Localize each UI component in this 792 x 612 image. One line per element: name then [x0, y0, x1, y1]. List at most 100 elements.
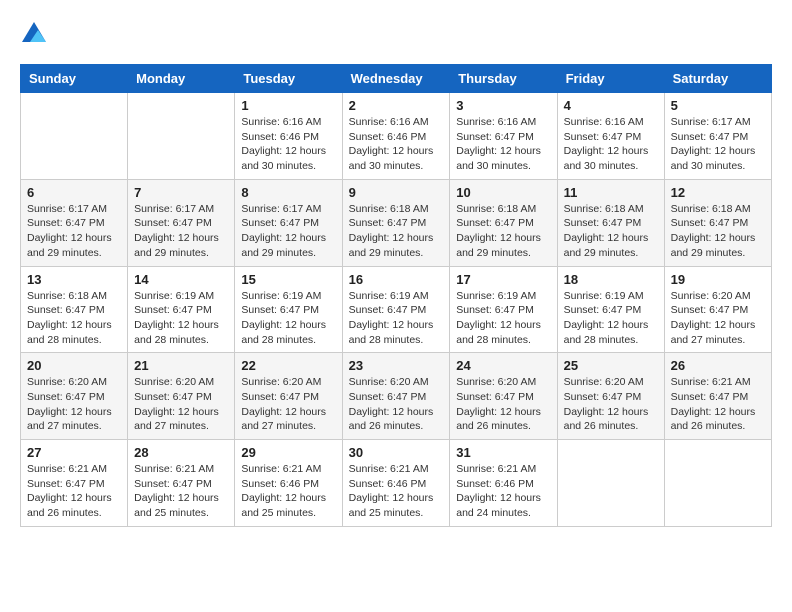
- calendar-week-row: 1 Sunrise: 6:16 AM Sunset: 6:46 PM Daylig…: [21, 93, 772, 180]
- day-info: Sunrise: 6:21 AM Sunset: 6:46 PM Dayligh…: [241, 462, 335, 521]
- calendar-cell: 5 Sunrise: 6:17 AM Sunset: 6:47 PM Daylig…: [664, 93, 771, 180]
- day-number: 9: [349, 185, 444, 200]
- calendar-cell: 29 Sunrise: 6:21 AM Sunset: 6:46 PM Dayli…: [235, 440, 342, 527]
- day-number: 23: [349, 358, 444, 373]
- day-number: 26: [671, 358, 765, 373]
- weekday-header: Tuesday: [235, 65, 342, 93]
- day-number: 20: [27, 358, 121, 373]
- calendar-cell: 2Sunrise: 6:16 AM Sunset: 6:46 PM Daylig…: [342, 93, 450, 180]
- calendar-cell: [557, 440, 664, 527]
- day-number: 16: [349, 272, 444, 287]
- calendar-table: SundayMondayTuesdayWednesdayThursdayFrid…: [20, 64, 772, 527]
- calendar-cell: 23 Sunrise: 6:20 AM Sunset: 6:47 PM Dayli…: [342, 353, 450, 440]
- calendar-cell: 17 Sunrise: 6:19 AM Sunset: 6:47 PM Dayli…: [450, 266, 557, 353]
- day-info: Sunrise: 6:20 AM Sunset: 6:47 PM Dayligh…: [134, 375, 228, 434]
- calendar-cell: 10 Sunrise: 6:18 AM Sunset: 6:47 PM Dayli…: [450, 179, 557, 266]
- calendar-cell: 15 Sunrise: 6:19 AM Sunset: 6:47 PM Dayli…: [235, 266, 342, 353]
- calendar-cell: 28 Sunrise: 6:21 AM Sunset: 6:47 PM Dayli…: [128, 440, 235, 527]
- day-number: 27: [27, 445, 121, 460]
- weekday-header: Thursday: [450, 65, 557, 93]
- day-info: Sunrise: 6:20 AM Sunset: 6:47 PM Dayligh…: [564, 375, 658, 434]
- day-number: 4: [564, 98, 658, 113]
- calendar-cell: 7 Sunrise: 6:17 AM Sunset: 6:47 PM Daylig…: [128, 179, 235, 266]
- day-number: 15: [241, 272, 335, 287]
- day-number: 10: [456, 185, 550, 200]
- day-info: Sunrise: 6:18 AM Sunset: 6:47 PM Dayligh…: [456, 202, 550, 261]
- day-number: 19: [671, 272, 765, 287]
- day-info: Sunrise: 6:18 AM Sunset: 6:47 PM Dayligh…: [564, 202, 658, 261]
- calendar-cell: 8 Sunrise: 6:17 AM Sunset: 6:47 PM Daylig…: [235, 179, 342, 266]
- calendar-cell: 19 Sunrise: 6:20 AM Sunset: 6:47 PM Dayli…: [664, 266, 771, 353]
- calendar-cell: 27 Sunrise: 6:21 AM Sunset: 6:47 PM Dayli…: [21, 440, 128, 527]
- day-number: 29: [241, 445, 335, 460]
- calendar-cell: 9 Sunrise: 6:18 AM Sunset: 6:47 PM Daylig…: [342, 179, 450, 266]
- day-info: Sunrise: 6:20 AM Sunset: 6:47 PM Dayligh…: [27, 375, 121, 434]
- day-number: 13: [27, 272, 121, 287]
- day-info: Sunrise: 6:20 AM Sunset: 6:47 PM Dayligh…: [671, 289, 765, 348]
- calendar-week-row: 6 Sunrise: 6:17 AM Sunset: 6:47 PM Daylig…: [21, 179, 772, 266]
- calendar-cell: 25 Sunrise: 6:20 AM Sunset: 6:47 PM Dayli…: [557, 353, 664, 440]
- day-info: Sunrise: 6:17 AM Sunset: 6:47 PM Dayligh…: [27, 202, 121, 261]
- day-number: 30: [349, 445, 444, 460]
- weekday-header: Saturday: [664, 65, 771, 93]
- day-number: 5: [671, 98, 765, 113]
- day-info: Sunrise: 6:19 AM Sunset: 6:47 PM Dayligh…: [564, 289, 658, 348]
- day-info: Sunrise: 6:19 AM Sunset: 6:47 PM Dayligh…: [349, 289, 444, 348]
- day-info: Sunrise: 6:20 AM Sunset: 6:47 PM Dayligh…: [349, 375, 444, 434]
- day-info: Sunrise: 6:21 AM Sunset: 6:47 PM Dayligh…: [27, 462, 121, 521]
- day-info: Sunrise: 6:17 AM Sunset: 6:47 PM Dayligh…: [134, 202, 228, 261]
- calendar-cell: 3 Sunrise: 6:16 AM Sunset: 6:47 PM Daylig…: [450, 93, 557, 180]
- day-number: 21: [134, 358, 228, 373]
- day-info: Sunrise: 6:21 AM Sunset: 6:46 PM Dayligh…: [349, 462, 444, 521]
- day-info: Sunrise: 6:16 AM Sunset: 6:47 PM Dayligh…: [456, 115, 550, 174]
- calendar-week-row: 13 Sunrise: 6:18 AM Sunset: 6:47 PM Dayli…: [21, 266, 772, 353]
- day-number: 1: [241, 98, 335, 113]
- day-number: 17: [456, 272, 550, 287]
- day-info: Sunrise: 6:19 AM Sunset: 6:47 PM Dayligh…: [456, 289, 550, 348]
- calendar-cell: 4Sunrise: 6:16 AM Sunset: 6:47 PM Daylig…: [557, 93, 664, 180]
- day-info: Sunrise: 6:21 AM Sunset: 6:47 PM Dayligh…: [134, 462, 228, 521]
- day-number: 11: [564, 185, 658, 200]
- day-info: Sunrise: 6:18 AM Sunset: 6:47 PM Dayligh…: [349, 202, 444, 261]
- calendar-cell: 21 Sunrise: 6:20 AM Sunset: 6:47 PM Dayli…: [128, 353, 235, 440]
- logo-icon: [20, 20, 48, 48]
- day-number: 28: [134, 445, 228, 460]
- day-info: Sunrise: 6:18 AM Sunset: 6:47 PM Dayligh…: [671, 202, 765, 261]
- weekday-header: Monday: [128, 65, 235, 93]
- day-number: 8: [241, 185, 335, 200]
- calendar-cell: [21, 93, 128, 180]
- day-number: 7: [134, 185, 228, 200]
- day-info: Sunrise: 6:17 AM Sunset: 6:47 PM Dayligh…: [671, 115, 765, 174]
- day-info: Sunrise: 6:19 AM Sunset: 6:47 PM Dayligh…: [241, 289, 335, 348]
- calendar-week-row: 27 Sunrise: 6:21 AM Sunset: 6:47 PM Dayli…: [21, 440, 772, 527]
- calendar-cell: 20 Sunrise: 6:20 AM Sunset: 6:47 PM Dayli…: [21, 353, 128, 440]
- calendar-cell: 22Sunrise: 6:20 AM Sunset: 6:47 PM Dayli…: [235, 353, 342, 440]
- calendar-cell: 30 Sunrise: 6:21 AM Sunset: 6:46 PM Dayli…: [342, 440, 450, 527]
- day-number: 12: [671, 185, 765, 200]
- page-header: [20, 20, 772, 48]
- calendar-cell: 13 Sunrise: 6:18 AM Sunset: 6:47 PM Dayli…: [21, 266, 128, 353]
- calendar-cell: 1 Sunrise: 6:16 AM Sunset: 6:46 PM Daylig…: [235, 93, 342, 180]
- day-info: Sunrise: 6:17 AM Sunset: 6:47 PM Dayligh…: [241, 202, 335, 261]
- day-number: 25: [564, 358, 658, 373]
- calendar-cell: [128, 93, 235, 180]
- calendar-cell: 26Sunrise: 6:21 AM Sunset: 6:47 PM Dayli…: [664, 353, 771, 440]
- day-number: 3: [456, 98, 550, 113]
- weekday-header: Wednesday: [342, 65, 450, 93]
- day-info: Sunrise: 6:20 AM Sunset: 6:47 PM Dayligh…: [241, 375, 335, 434]
- day-info: Sunrise: 6:21 AM Sunset: 6:46 PM Dayligh…: [456, 462, 550, 521]
- calendar-cell: 11 Sunrise: 6:18 AM Sunset: 6:47 PM Dayli…: [557, 179, 664, 266]
- day-number: 18: [564, 272, 658, 287]
- calendar-header-row: SundayMondayTuesdayWednesdayThursdayFrid…: [21, 65, 772, 93]
- day-info: Sunrise: 6:19 AM Sunset: 6:47 PM Dayligh…: [134, 289, 228, 348]
- day-number: 6: [27, 185, 121, 200]
- calendar-cell: 24Sunrise: 6:20 AM Sunset: 6:47 PM Dayli…: [450, 353, 557, 440]
- weekday-header: Friday: [557, 65, 664, 93]
- calendar-cell: 18 Sunrise: 6:19 AM Sunset: 6:47 PM Dayli…: [557, 266, 664, 353]
- day-info: Sunrise: 6:16 AM Sunset: 6:46 PM Dayligh…: [241, 115, 335, 174]
- calendar-cell: 6 Sunrise: 6:17 AM Sunset: 6:47 PM Daylig…: [21, 179, 128, 266]
- calendar-cell: 12 Sunrise: 6:18 AM Sunset: 6:47 PM Dayli…: [664, 179, 771, 266]
- day-number: 14: [134, 272, 228, 287]
- day-number: 31: [456, 445, 550, 460]
- day-info: Sunrise: 6:18 AM Sunset: 6:47 PM Dayligh…: [27, 289, 121, 348]
